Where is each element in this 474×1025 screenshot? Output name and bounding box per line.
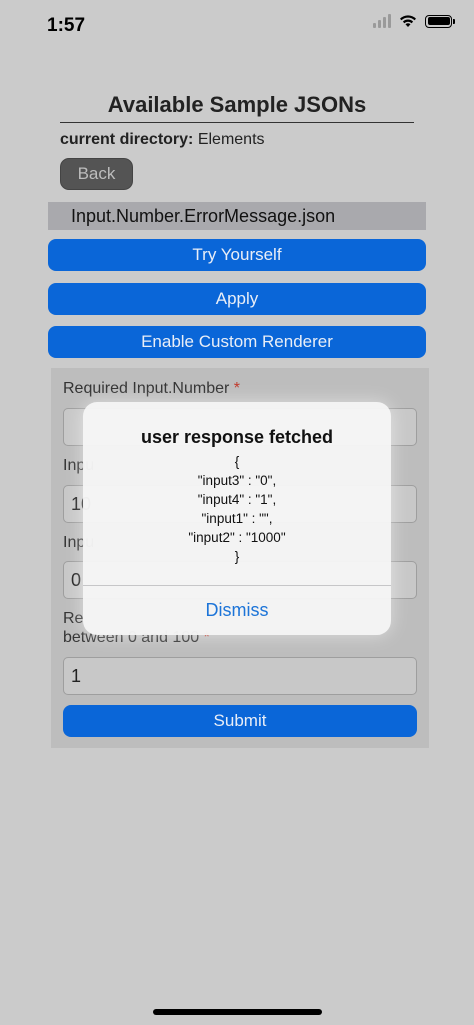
directory-label: current directory:: [60, 131, 194, 148]
home-indicator[interactable]: [153, 1009, 322, 1015]
alert-message-line: }: [234, 549, 240, 564]
alert-message: { "input3" : "0", "input4" : "1", "input…: [83, 452, 391, 566]
page-title: Available Sample JSONs: [60, 92, 414, 123]
field1-label: Required Input.Number *: [63, 380, 240, 398]
alert-message-line: {: [234, 454, 240, 469]
selected-file[interactable]: Input.Number.ErrorMessage.json: [48, 202, 426, 230]
directory-value: Elements: [197, 131, 265, 148]
dismiss-button[interactable]: Dismiss: [83, 586, 391, 635]
wifi-icon: [400, 15, 416, 27]
alert-message-line: "input2" : "1000": [188, 530, 286, 545]
field4-label-line1: Re: [63, 610, 84, 627]
response-alert: user response fetched { "input3" : "0", …: [83, 402, 391, 635]
alert-message-line: "input4" : "1",: [197, 492, 277, 507]
required-marker: *: [233, 380, 240, 397]
alert-title: user response fetched: [140, 427, 334, 447]
status-icons: [373, 14, 455, 28]
enable-custom-renderer-button[interactable]: Enable Custom Renderer: [48, 326, 426, 358]
submit-button[interactable]: Submit: [63, 705, 417, 737]
alert-message-line: "input1" : "",: [201, 511, 273, 526]
alert-message-line: "input3" : "0",: [197, 473, 277, 488]
back-button[interactable]: Back: [60, 158, 133, 190]
status-time: 1:57: [47, 15, 86, 36]
try-yourself-button[interactable]: Try Yourself: [48, 239, 426, 271]
number-input-4[interactable]: 1: [63, 657, 417, 695]
current-directory: current directory: Elements: [60, 131, 265, 149]
battery-icon: [425, 14, 455, 28]
field1-label-text: Required Input.Number: [63, 380, 230, 397]
cellular-signal-icon: [373, 14, 391, 28]
apply-button[interactable]: Apply: [48, 283, 426, 315]
